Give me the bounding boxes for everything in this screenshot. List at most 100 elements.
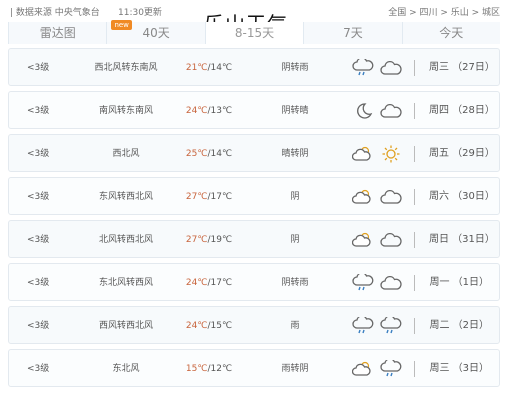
wind-level: <3级 [27,192,50,202]
cloud-rain-icon [351,264,375,302]
weather-condition: 雨 [290,321,300,331]
day-label: 周一 （1日） [429,277,489,288]
cloud-icon [379,221,403,259]
weather-condition: 晴转阴 [281,149,309,159]
forecast-row[interactable]: 周日 （31日） 阴 27℃/19℃ 北风转西北风 <3级 [8,220,500,258]
cloud-icon [379,92,403,130]
tab-label: 7天 [343,26,363,40]
divider [414,146,415,162]
wind-level: <3级 [27,364,50,374]
cloud-icon [379,178,403,216]
cloud-rain-icon [351,49,375,87]
temp-low: 14℃ [210,149,233,159]
temp-high: 24℃ [185,106,208,116]
day-label: 周三 （3日） [429,363,489,374]
forecast-list: 周三 （27日） 阴转雨 21℃/14℃ 西北风转东南风 <3级 周四 （28日） 阴转晴 2… [8,48,500,392]
wind-level: <3级 [27,235,50,245]
forecast-tabs: 今天 7天 8-15天 40天 new 雷达图 [8,20,500,44]
divider [414,318,415,334]
moon-icon [351,92,375,130]
temp-low: 14℃ [210,63,233,73]
source-note: | 数据来源 中央气象台 [10,8,100,18]
wind-level: <3级 [27,278,50,288]
update-time: 11:30更新 [118,8,162,18]
tab-label: 8-15天 [234,26,275,40]
forecast-row[interactable]: 周三 （3日） 雨转阴 15℃/12℃ 东北风 <3级 [8,349,500,387]
forecast-row[interactable]: 周四 （28日） 阴转晴 24℃/13℃ 南风转东南风 <3级 [8,91,500,129]
temp-high: 25℃ [185,149,208,159]
day-label: 周五 （29日） [429,148,495,159]
temperature-range: 24℃/15℃ [179,307,239,345]
tab-label: 今天 [439,26,464,40]
temp-high: 15℃ [185,364,208,374]
wind-direction: 东北风转西风 [98,278,153,288]
breadcrumb[interactable]: 全国 > 四川 > 乐山 > 城区 [388,5,500,18]
wind-level: <3级 [27,106,50,116]
partly-cloudy-icon [351,135,375,173]
temperature-range: 24℃/17℃ [179,264,239,302]
temperature-range: 27℃/19℃ [179,221,239,259]
forecast-row[interactable]: 周一 （1日） 阴转雨 24℃/17℃ 东北风转西风 <3级 [8,263,500,301]
divider [414,275,415,291]
weather-condition: 阴转雨 [281,278,309,288]
weather-condition: 阴转雨 [281,63,309,73]
weather-condition: 阴 [290,235,300,245]
partly-cloudy-icon [351,178,375,216]
tab-label: 40天 [142,26,170,40]
temperature-range: 27℃/17℃ [179,178,239,216]
forecast-row[interactable]: 周三 （27日） 阴转雨 21℃/14℃ 西北风转东南风 <3级 [8,48,500,86]
wind-direction: 南风转东南风 [98,106,153,116]
forecast-row[interactable]: 周六 （30日） 阴 27℃/17℃ 东风转西北风 <3级 [8,177,500,215]
temp-low: 17℃ [210,192,233,202]
partly-cloudy-icon [351,350,375,388]
temp-high: 24℃ [185,278,208,288]
tab-0[interactable]: 今天 [401,22,500,44]
tab-label: 雷达图 [39,26,76,40]
wind-level: <3级 [27,149,50,159]
forecast-row[interactable]: 周二 （2日） 雨 24℃/15℃ 西风转西北风 <3级 [8,306,500,344]
weather-condition: 雨转阴 [281,364,309,374]
day-label: 周二 （2日） [429,320,489,331]
tab-3[interactable]: 40天 new [106,20,205,44]
day-label: 周三 （27日） [429,62,495,73]
tab-2[interactable]: 8-15天 [204,22,304,44]
temperature-range: 21℃/14℃ [179,49,239,87]
forecast-row[interactable]: 周五 （29日） 晴转阴 25℃/14℃ 西北风 <3级 [8,134,500,172]
divider [414,189,415,205]
tab-4[interactable]: 雷达图 [8,22,107,44]
day-label: 周六 （30日） [429,191,495,202]
partly-cloudy-icon [351,221,375,259]
temp-low: 17℃ [210,278,233,288]
weather-condition: 阴转晴 [281,106,309,116]
new-badge: new [111,20,132,30]
divider [414,361,415,377]
wind-direction: 东北风 [112,364,140,374]
divider [414,60,415,76]
cloud-rain-icon [351,307,375,345]
weather-condition: 阴 [290,192,300,202]
temp-high: 27℃ [185,235,208,245]
temperature-range: 25℃/14℃ [179,135,239,173]
sun-icon [379,135,403,173]
divider [414,232,415,248]
temperature-range: 24℃/13℃ [179,92,239,130]
day-label: 周四 （28日） [429,105,495,116]
temp-high: 21℃ [185,63,208,73]
cloud-icon [379,264,403,302]
temperature-range: 15℃/12℃ [179,350,239,388]
wind-direction: 西风转西北风 [98,321,153,331]
divider [414,103,415,119]
tab-1[interactable]: 7天 [303,22,402,44]
temp-low: 15℃ [210,321,233,331]
wind-direction: 西北风 [112,149,140,159]
temp-low: 12℃ [210,364,233,374]
wind-level: <3级 [27,63,50,73]
cloud-icon [379,49,403,87]
temp-high: 24℃ [185,321,208,331]
wind-level: <3级 [27,321,50,331]
cloud-rain-icon [379,307,403,345]
temp-low: 13℃ [210,106,233,116]
temp-high: 27℃ [185,192,208,202]
wind-direction: 北风转西北风 [98,235,153,245]
wind-direction: 东风转西北风 [98,192,153,202]
